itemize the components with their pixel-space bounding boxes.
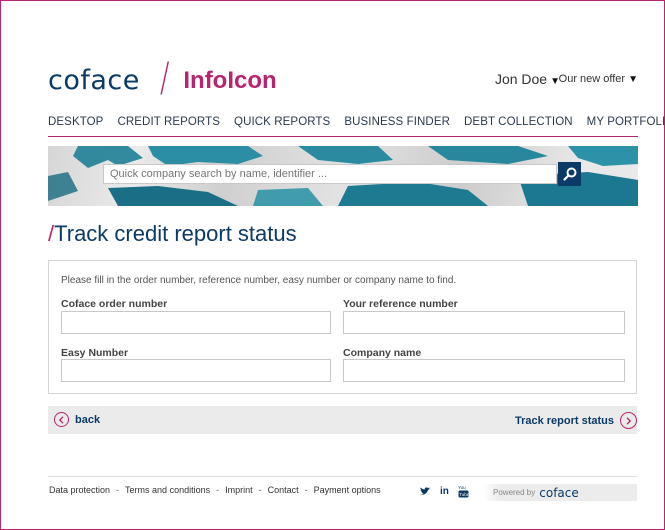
easy-number-input[interactable] [61, 359, 331, 382]
quick-search-input[interactable] [103, 164, 557, 184]
main-nav: DESKTOP CREDIT REPORTS QUICK REPORTS BUS… [48, 116, 665, 137]
reference-number-input[interactable] [343, 311, 625, 334]
chevron-left-icon [54, 412, 69, 427]
powered-by-text: Powered by [493, 488, 536, 497]
page-title-text: Track credit report status [54, 221, 297, 246]
coface-order-number-input[interactable] [61, 311, 331, 334]
coface-order-number-label: Coface order number [61, 298, 168, 310]
offer-label: Our new offer [558, 73, 626, 85]
svg-text:Tube: Tube [459, 492, 469, 497]
footer-separator: - [216, 485, 220, 495]
footer-separator: - [304, 485, 308, 495]
footer-links: Data protection - Terms and conditions -… [49, 485, 381, 495]
back-label: back [75, 413, 101, 426]
footer-link-terms[interactable]: Terms and conditions [125, 485, 210, 495]
chevron-right-icon [620, 412, 637, 429]
caret-down-icon: ▼ [628, 74, 638, 85]
offer-menu[interactable]: Our new offer ▼ [559, 73, 638, 85]
footer-link-contact[interactable]: Contact [268, 485, 299, 495]
svg-text:You: You [458, 485, 466, 490]
reference-number-label: Your reference number [343, 298, 458, 310]
header: coface / InfoIcon Jon Doe ▼ Our new offer… [48, 54, 638, 103]
track-report-status-label: Track report status [514, 414, 614, 427]
user-menu[interactable]: Jon Doe ▼ [495, 71, 560, 87]
product-name: InfoIcon [183, 66, 277, 94]
logo[interactable]: coface / InfoIcon [48, 54, 277, 103]
search-icon [562, 167, 576, 181]
footer-separator: - [116, 485, 120, 495]
footer-link-payment-options[interactable]: Payment options [314, 485, 381, 495]
company-name-input[interactable] [343, 359, 625, 382]
powered-by-badge: Powered by coface [483, 484, 637, 501]
nav-item-credit-reports[interactable]: CREDIT REPORTS [117, 116, 220, 136]
powered-by-logo: coface [539, 485, 579, 500]
nav-item-desktop[interactable]: DESKTOP [48, 116, 103, 136]
nav-item-quick-reports[interactable]: QUICK REPORTS [234, 116, 330, 136]
linkedin-icon[interactable]: in [440, 486, 449, 497]
coface-logo-text: coface [48, 65, 140, 96]
footer-link-imprint[interactable]: Imprint [225, 485, 253, 495]
search-button[interactable] [558, 162, 581, 186]
nav-item-debt-collection[interactable]: DEBT COLLECTION [464, 116, 573, 136]
footer-divider [48, 476, 637, 477]
company-name-label: Company name [343, 347, 422, 359]
page-title: /Track credit report status [48, 221, 297, 247]
footer-link-data-protection[interactable]: Data protection [49, 485, 110, 495]
nav-item-business-finder[interactable]: BUSINESS FINDER [344, 116, 450, 136]
youtube-icon[interactable]: You Tube [458, 484, 469, 498]
easy-number-label: Easy Number [61, 347, 129, 359]
social-links: in You Tube [420, 484, 469, 498]
track-report-status-button[interactable]: Track report status [515, 412, 637, 429]
user-name: Jon Doe [494, 71, 548, 87]
footer-separator: - [258, 485, 262, 495]
logo-slash: / [159, 54, 170, 101]
nav-item-my-portfolio[interactable]: MY PORTFOLIO [587, 116, 665, 136]
back-button[interactable]: back [54, 412, 100, 427]
twitter-icon[interactable] [420, 486, 431, 496]
form-hint: Please fill in the order number, referen… [61, 275, 457, 286]
